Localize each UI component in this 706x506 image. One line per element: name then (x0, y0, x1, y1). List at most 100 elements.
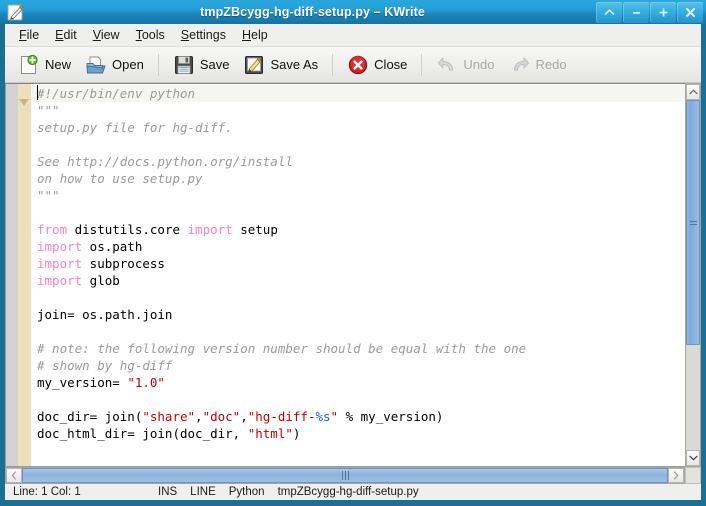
horizontal-scroll-thumb[interactable] (22, 468, 668, 483)
code-line[interactable]: from distutils.core import setup (31, 221, 700, 238)
vertical-scroll-track[interactable] (686, 100, 700, 450)
close-document-button[interactable]: Close (340, 52, 414, 78)
highlight-mode-status[interactable]: Python (229, 486, 265, 498)
code-line[interactable]: See http://docs.python.org/install (31, 153, 700, 170)
code-line[interactable]: # note: the following version number sho… (31, 340, 700, 357)
code-line[interactable]: on how to use setup.py (31, 170, 700, 187)
code-token-comment: setup.py file for hg-diff. (37, 120, 233, 135)
toolbar-separator-2 (332, 53, 334, 76)
menu-file[interactable]: File (11, 26, 47, 44)
code-token-string: "1.0" (127, 375, 165, 390)
code-token-plain: doc_html_dir= join(doc_dir, (37, 426, 248, 441)
code-token-plain: setup (232, 222, 278, 237)
redo-button-label: Redo (535, 57, 567, 72)
redo-button[interactable]: Redo (502, 52, 574, 78)
code-token-plain: os.path (82, 239, 143, 254)
undo-button[interactable]: Undo (429, 52, 501, 78)
vertical-scrollbar[interactable] (685, 83, 701, 467)
new-document-icon (21, 54, 38, 74)
menu-edit-rest: dit (63, 28, 77, 42)
scroll-up-arrow-icon[interactable] (686, 84, 700, 100)
menu-view[interactable]: View (85, 26, 128, 44)
code-line[interactable] (31, 391, 700, 408)
code-text-area[interactable]: #!/usr/bin/env python """ setup.py file fo… (31, 84, 700, 466)
code-token-string: "share" (142, 409, 196, 424)
code-token-comment: #!/usr/bin/env python (37, 86, 196, 101)
scrollbar-corner (685, 467, 701, 484)
horizontal-scrollbar-area (5, 467, 701, 484)
toolbar-separator-1 (157, 53, 159, 76)
icon-border-column[interactable] (6, 84, 18, 466)
code-line[interactable]: setup.py file for hg-diff. (31, 119, 700, 136)
toolbar: New Open Save Save As Close Undo Redo (5, 47, 701, 83)
menu-edit[interactable]: Edit (47, 26, 85, 44)
redo-arrow-icon (513, 57, 529, 70)
new-button[interactable]: New (11, 52, 78, 78)
code-token-comment: # note: the following version number sho… (37, 341, 527, 356)
menu-help-rest: elp (251, 28, 268, 42)
code-token-plain: , (195, 409, 203, 424)
code-token-plain: subprocess (82, 256, 165, 271)
code-line[interactable]: import glob (31, 272, 700, 289)
folding-column[interactable] (18, 84, 31, 466)
code-line[interactable] (31, 289, 700, 306)
save-button-label: Save (199, 57, 230, 72)
scroll-left-arrow-icon[interactable] (6, 468, 22, 483)
selection-mode-status[interactable]: LINE (190, 486, 216, 498)
horizontal-scrollbar[interactable] (5, 467, 685, 484)
code-line[interactable]: #!/usr/bin/env python (31, 85, 700, 102)
titlebar[interactable]: tmpZBcygg-hg-diff-setup.py – KWrite (0, 0, 706, 24)
insert-mode-status[interactable]: INS (158, 486, 177, 498)
undo-button-label: Undo (463, 57, 495, 72)
code-token-fmt: %s (315, 409, 331, 424)
scroll-down-arrow-icon[interactable] (686, 450, 700, 466)
cursor-position-status: Line: 1 Col: 1 (13, 486, 81, 498)
save-as-button[interactable]: Save As (236, 52, 325, 78)
scroll-right-arrow-icon[interactable] (668, 468, 684, 483)
menu-settings-rest: ettings (189, 28, 226, 42)
red-x-circle-icon (349, 55, 368, 74)
code-token-plain: join= os.path.join (37, 307, 173, 322)
code-token-keyword: import (187, 222, 233, 237)
code-token-plain: distutils.core (67, 222, 188, 237)
code-line[interactable]: import subprocess (31, 255, 700, 272)
code-token-string: "doc" (202, 409, 241, 424)
code-line[interactable]: doc_dir= join("share","doc","hg-diff-%s"… (31, 408, 700, 425)
window-controls (595, 0, 703, 24)
fold-collapse-marker-icon[interactable] (19, 99, 29, 106)
code-line[interactable] (31, 442, 700, 459)
open-button[interactable]: Open (78, 52, 151, 78)
code-line[interactable]: import os.path (31, 238, 700, 255)
code-line[interactable]: join= os.path.join (31, 306, 700, 323)
code-line[interactable]: my_version= "1.0" (31, 374, 700, 391)
editor-view[interactable]: #!/usr/bin/env python """ setup.py file fo… (5, 83, 701, 467)
code-line[interactable]: # shown by hg-diff (31, 357, 700, 374)
open-button-label: Open (112, 57, 144, 72)
close-document-button-label: Close (374, 57, 408, 72)
kwrite-document-pencil-icon (4, 1, 26, 23)
code-token-comment: See http://docs.python.org/install (37, 154, 293, 169)
keep-above-button[interactable] (596, 1, 622, 23)
code-line[interactable] (31, 323, 700, 340)
code-token-plain: ) (292, 426, 301, 441)
vertical-scroll-thumb[interactable] (686, 100, 700, 345)
kwrite-window: tmpZBcygg-hg-diff-setup.py – KWrite File… (0, 0, 706, 506)
code-line[interactable]: doc_html_dir= join(doc_dir, "html") (31, 425, 700, 442)
menu-tools[interactable]: Tools (128, 26, 173, 44)
code-line[interactable] (31, 136, 700, 153)
save-button[interactable]: Save (166, 52, 237, 78)
code-token-string: " (330, 409, 339, 424)
code-line[interactable]: """ (31, 187, 700, 204)
code-line[interactable]: """ (31, 102, 700, 119)
code-line[interactable] (31, 204, 700, 221)
statusbar: Line: 1 Col: 1 INS LINE Python tmpZBcygg… (5, 484, 701, 500)
menu-help[interactable]: Help (234, 26, 276, 44)
code-token-plain: % my_version) (338, 409, 444, 424)
menu-settings[interactable]: Settings (173, 26, 234, 44)
maximize-button[interactable] (650, 1, 676, 23)
minimize-button[interactable] (623, 1, 649, 23)
save-as-button-label: Save As (270, 57, 319, 72)
code-token-keyword: import (37, 273, 83, 288)
document-name-status: tmpZBcygg-hg-diff-setup.py (277, 486, 419, 498)
close-button[interactable] (677, 1, 703, 23)
